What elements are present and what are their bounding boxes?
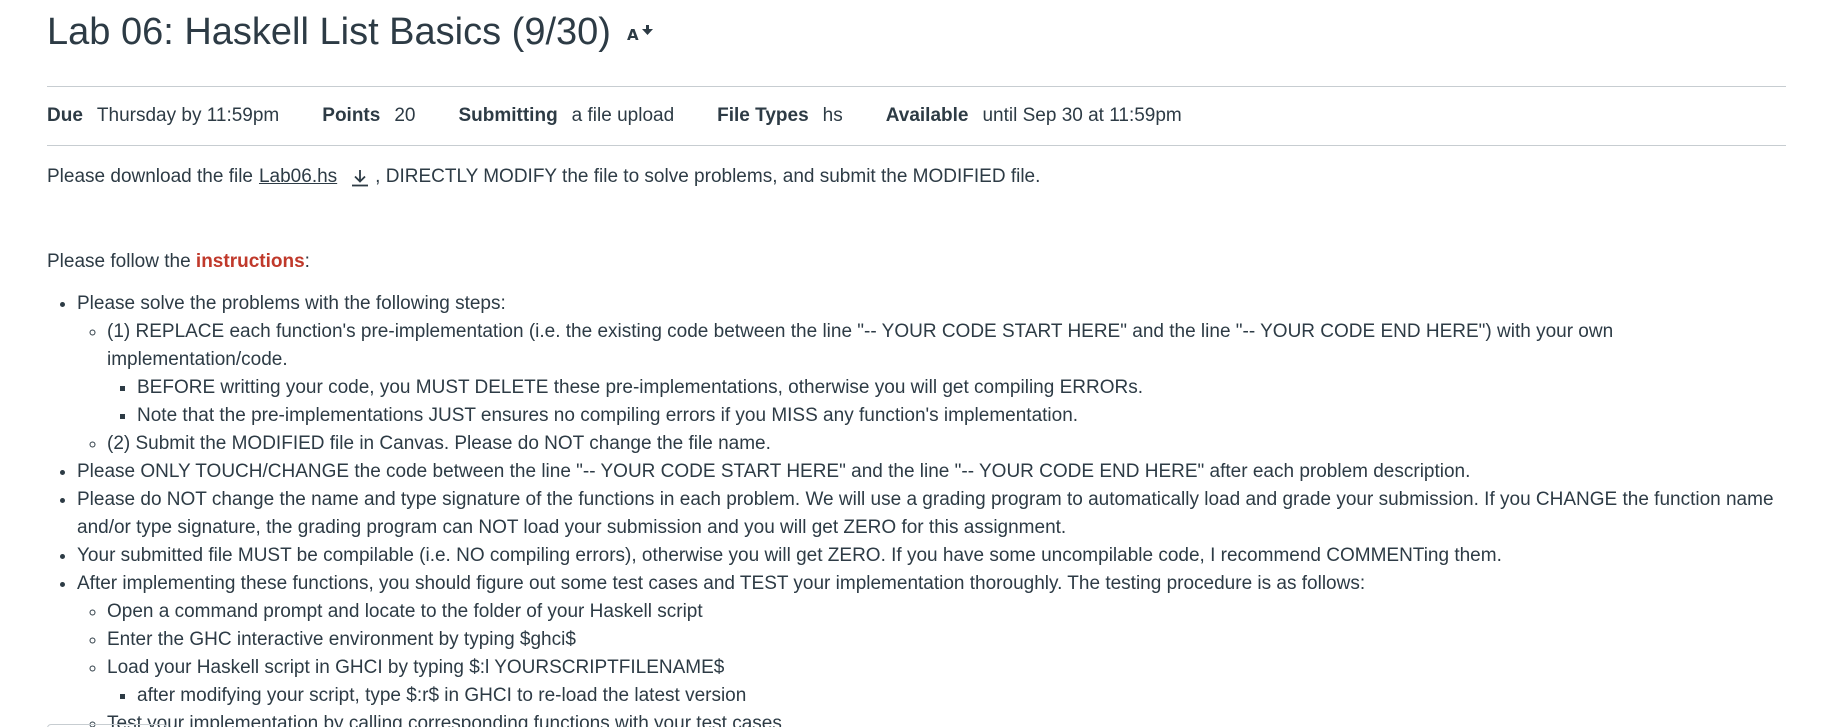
list-item: after modifying your script, type $:r$ i… [137, 682, 1786, 710]
instructions-list: Please solve the problems with the follo… [47, 290, 1786, 727]
detail-label: Submitting [458, 105, 558, 126]
list-item-text: Load your Haskell script in GHCI by typi… [107, 657, 725, 678]
follow-suffix: : [304, 251, 310, 272]
svg-text:A: A [627, 26, 639, 44]
detail-submitting: Submitting a file upload [458, 105, 674, 127]
detail-value: Thursday by 11:59pm [96, 105, 280, 126]
detail-available: Available until Sep 30 at 11:59pm [886, 105, 1182, 127]
assignment-page: Lab 06: Haskell List Basics (9/30) A Due… [0, 0, 1833, 727]
list-item: Your submitted file MUST be compilable (… [77, 542, 1786, 570]
download-line: Please download the file Lab06.hs , DIRE… [47, 163, 1786, 191]
detail-label: Available [885, 105, 969, 126]
list-item: Please solve the problems with the follo… [77, 290, 1786, 458]
list-item: Open a command prompt and locate to the … [107, 598, 1786, 626]
detail-points: Points 20 [322, 105, 415, 127]
detail-value: hs [822, 105, 843, 126]
detail-value: 20 [394, 105, 416, 126]
download-prefix: Please download the file [47, 166, 253, 187]
list-item: Test your implementation by calling corr… [107, 710, 1786, 727]
list-item: BEFORE writting your code, you MUST DELE… [137, 374, 1786, 402]
page-title: Lab 06: Haskell List Basics (9/30) [47, 11, 611, 53]
detail-value: until Sep 30 at 11:59pm [982, 105, 1182, 126]
follow-instructions-line: Please follow the instructions: [47, 248, 1786, 276]
download-suffix: , DIRECTLY MODIFY the file to solve prob… [375, 166, 1041, 187]
list-item-text: Please solve the problems with the follo… [77, 293, 506, 314]
detail-file-types: File Types hs [717, 105, 843, 127]
file-link[interactable]: Lab06.hs [259, 163, 337, 191]
list-item: (1) REPLACE each function's pre-implemen… [107, 318, 1786, 430]
sub-list: (1) REPLACE each function's pre-implemen… [77, 318, 1786, 458]
list-item: (2) Submit the MODIFIED file in Canvas. … [107, 430, 1786, 458]
sub-list: Open a command prompt and locate to the … [77, 598, 1786, 727]
list-item-text: (1) REPLACE each function's pre-implemen… [107, 321, 1614, 370]
title-row: Lab 06: Haskell List Basics (9/30) A [47, 0, 1786, 64]
list-item: Please do NOT change the name and type s… [77, 486, 1786, 542]
assignment-description: Please download the file Lab06.hs , DIRE… [47, 163, 1786, 727]
detail-label: Points [322, 105, 381, 126]
list-item: Note that the pre-implementations JUST e… [137, 402, 1786, 430]
list-item: Enter the GHC interactive environment by… [107, 626, 1786, 654]
accessibility-reader-icon[interactable]: A [627, 23, 655, 45]
sub-sub-list: after modifying your script, type $:r$ i… [107, 682, 1786, 710]
detail-label: Due [47, 105, 83, 126]
follow-prefix: Please follow the [47, 251, 196, 272]
download-icon[interactable] [349, 167, 371, 189]
instructions-highlight: instructions [195, 251, 305, 272]
sub-sub-list: BEFORE writting your code, you MUST DELE… [107, 374, 1786, 430]
detail-due: Due Thursday by 11:59pm [47, 105, 279, 127]
list-item: Please ONLY TOUCH/CHANGE the code betwee… [77, 458, 1786, 486]
assignment-details: Due Thursday by 11:59pm Points 20 Submit… [47, 86, 1786, 146]
detail-label: File Types [717, 105, 809, 126]
list-item: After implementing these functions, you … [77, 570, 1786, 727]
detail-value: a file upload [571, 105, 675, 126]
list-item: Load your Haskell script in GHCI by typi… [107, 654, 1786, 710]
list-item-text: After implementing these functions, you … [77, 573, 1366, 594]
